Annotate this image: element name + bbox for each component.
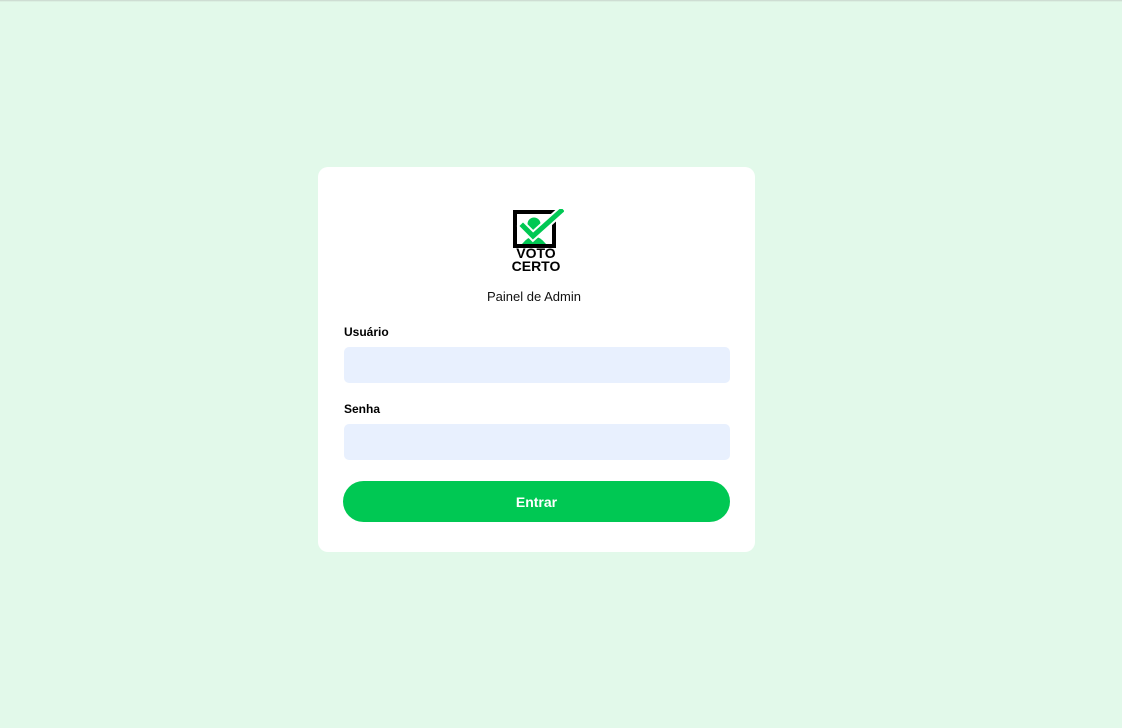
- username-label: Usuário: [344, 325, 389, 339]
- username-input[interactable]: [344, 347, 730, 383]
- logo-text-certo: CERTO: [511, 258, 561, 274]
- voto-certo-logo: VOTO CERTO: [508, 209, 564, 273]
- ballot-check-icon: [513, 209, 564, 248]
- page-subtitle: Painel de Admin: [487, 289, 581, 304]
- password-label: Senha: [344, 402, 381, 416]
- top-bar-shadow: [0, 0, 1122, 2]
- login-card: VOTO CERTO Painel de Admin Usuário Senha…: [318, 167, 755, 552]
- password-input[interactable]: [344, 424, 730, 460]
- login-button[interactable]: Entrar: [343, 481, 730, 522]
